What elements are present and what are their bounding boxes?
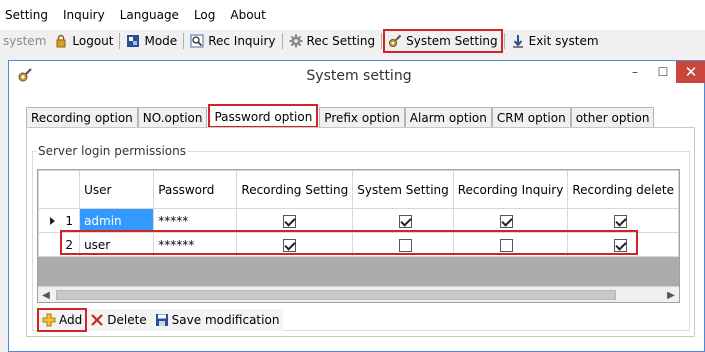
add-label: Add [59,313,83,327]
save-modification-label: Save modification [171,313,280,327]
menu-inquiry[interactable]: Inquiry [58,8,115,22]
close-icon: ✕ [684,63,698,81]
scroll-right-icon[interactable]: ▶ [663,287,679,303]
toolbar-divider [183,33,185,49]
save-modification-button[interactable]: Save modification [151,309,284,331]
menu-log[interactable]: Log [189,8,225,22]
cell-password[interactable]: ****** [153,232,238,257]
tab-recording-option[interactable]: Recording option [26,107,138,127]
logout-button[interactable]: Logout [50,30,117,52]
cell-password[interactable]: ***** [153,208,238,233]
exit-system-label: Exit system [528,34,599,48]
cell-system-setting[interactable] [352,232,454,257]
checkbox[interactable] [614,214,628,228]
cell-recording-inquiry[interactable] [452,208,569,233]
grid-corner [38,170,81,209]
checkbox[interactable] [283,214,297,228]
cell-recording-inquiry[interactable] [452,232,569,257]
toolbar-divider [503,33,505,49]
mode-label: Mode [144,34,178,48]
toolbar-divider [119,33,121,49]
delete-icon [91,314,104,326]
tab-other-option[interactable]: other option [570,107,655,127]
row-header[interactable]: 2 [38,232,81,257]
maximize-button[interactable]: ☐ [650,61,676,83]
lock-icon [56,34,66,48]
checkbox[interactable] [499,214,513,228]
column-header-recording-inquiry[interactable]: Recording Inquiry [452,170,569,209]
toolbar-system-label: system [3,34,47,48]
add-icon [42,313,56,327]
tab-crm-option[interactable]: CRM option [491,107,571,127]
menu-about[interactable]: About [225,8,275,22]
cell-recording-setting[interactable] [236,208,354,233]
table-row[interactable]: 1 admin ***** [38,208,679,233]
tab-alarm-option[interactable]: Alarm option [404,107,492,127]
cell-recording-setting[interactable] [236,232,354,257]
app-window: Setting Inquiry Language Log About syste… [0,0,705,352]
exit-icon [512,35,523,48]
tab-strip: Recording option NO.option Password opti… [26,104,655,128]
current-row-arrow-icon [50,217,56,225]
toolbar: system Logout Mode Rec Inquiry Rec Setti… [0,29,705,53]
checkbox[interactable] [283,238,297,252]
main-background [0,60,8,352]
exit-system-button[interactable]: Exit system [507,30,603,52]
search-icon [190,34,204,48]
column-header-system-setting[interactable]: System Setting [352,170,454,209]
row-number: 1 [65,213,74,228]
rec-setting-button[interactable]: Rec Setting [285,30,380,52]
checkbox[interactable] [499,238,513,252]
delete-button[interactable]: Delete [86,309,150,331]
column-header-recording-setting[interactable]: Recording Setting [236,170,354,209]
dialog-title: System setting [306,68,412,84]
system-setting-button[interactable]: System Setting [383,29,503,53]
table-row[interactable]: 2 user ****** [38,232,679,257]
horizontal-scrollbar[interactable]: ◀ ▶ [38,286,679,302]
column-header-user[interactable]: User [79,170,155,209]
checkbox[interactable] [614,238,628,252]
rec-setting-label: Rec Setting [306,34,376,48]
checkbox[interactable] [399,214,413,228]
tab-prefix-option[interactable]: Prefix option [319,107,405,127]
cell-user[interactable]: user [79,232,155,257]
menu-bar: Setting Inquiry Language Log About [0,0,705,30]
mode-button[interactable]: Mode [122,30,181,52]
row-number: 2 [65,237,74,252]
scrollbar-thumb[interactable] [56,290,616,300]
delete-label: Delete [107,313,147,327]
close-button[interactable]: ✕ [676,61,705,83]
logout-label: Logout [72,34,114,48]
menu-setting[interactable]: Setting [0,8,58,22]
minimize-icon: – [632,65,638,79]
cell-user[interactable]: admin [79,208,155,233]
minimize-button[interactable]: – [622,61,648,83]
action-bar: Add Delete Save modification [36,308,284,332]
maximize-icon: ☐ [657,65,669,79]
row-header[interactable]: 1 [38,208,81,233]
tab-no-option[interactable]: NO.option [137,107,208,127]
menu-language[interactable]: Language [115,8,189,22]
cell-system-setting[interactable] [352,208,454,233]
rec-inquiry-label: Rec Inquiry [208,34,276,48]
mode-icon [127,35,140,47]
scroll-left-icon[interactable]: ◀ [38,287,54,303]
cell-recording-delete[interactable] [567,208,679,233]
toolbar-divider [381,33,383,49]
gear-icon [289,34,303,48]
settings-wrench-icon [389,34,402,47]
save-icon [155,314,168,326]
tab-password-option[interactable]: Password option [208,104,319,128]
toolbar-divider [281,33,283,49]
cell-recording-delete[interactable] [567,232,679,257]
dialog-titlebar[interactable]: System setting – ☐ ✕ [9,61,705,91]
system-setting-label: System Setting [406,34,498,48]
permissions-grid: User Password Recording Setting System S… [37,169,680,303]
group-label: Server login permissions [36,144,188,158]
add-button[interactable]: Add [36,308,88,332]
column-header-recording-delete[interactable]: Recording delete [567,170,679,209]
column-header-password[interactable]: Password [153,170,238,209]
rec-inquiry-button[interactable]: Rec Inquiry [186,30,279,52]
checkbox[interactable] [399,238,413,252]
